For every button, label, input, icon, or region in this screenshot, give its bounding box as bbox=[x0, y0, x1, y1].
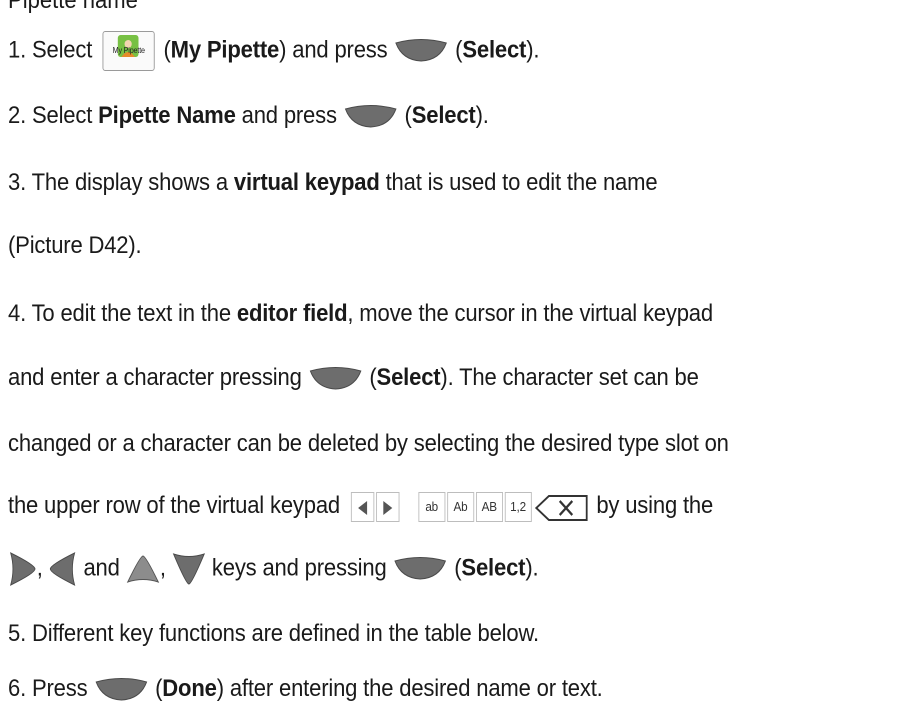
step-3-cont-text: (Picture D42). bbox=[8, 232, 142, 259]
step-1: 1. Select My Pipette (My Pipette) and pr… bbox=[8, 31, 540, 71]
step-1-bold2: Select bbox=[462, 36, 527, 64]
step-4-line2-pre: and enter a character pressing bbox=[8, 364, 308, 391]
step-4: 4. To edit the text in the editor field,… bbox=[8, 297, 713, 331]
select-key-icon bbox=[309, 366, 362, 390]
step-4-pre: 4. To edit the text in the bbox=[8, 300, 237, 327]
step-1-bold: My Pipette bbox=[170, 36, 280, 64]
up-key-icon bbox=[126, 555, 159, 583]
step-6-paren: ( bbox=[149, 675, 163, 702]
step-4-line4-pre: the upper row of the virtual keypad bbox=[8, 492, 346, 519]
step-2-bold: Pipette Name bbox=[98, 102, 236, 129]
step-4-line4-end: by using the bbox=[596, 492, 714, 519]
select-key-icon bbox=[344, 104, 397, 128]
my-pipette-icon-caption: My Pipette bbox=[112, 46, 145, 55]
step-4-line2-bold: Select bbox=[376, 364, 441, 391]
step-4-line5-and: and bbox=[77, 554, 126, 582]
step-1-paren2: ( bbox=[449, 36, 463, 64]
step-4-line2-end: ). The character set can be bbox=[440, 364, 699, 391]
step-3-pre: 3. The display shows a bbox=[8, 169, 234, 196]
step-1-paren: ( bbox=[157, 36, 171, 64]
done-key-icon bbox=[95, 677, 148, 701]
select-key-icon bbox=[394, 557, 447, 580]
step-3-cont: (Picture D42). bbox=[8, 229, 142, 263]
step-4-line5-comma1: , bbox=[36, 554, 49, 582]
step-4-line2: and enter a character pressing (Select).… bbox=[8, 361, 699, 395]
step-4-bold: editor field bbox=[236, 300, 348, 327]
step-2-end: ). bbox=[475, 102, 489, 129]
step-2-paren2: ( bbox=[398, 102, 412, 129]
keypad-right-arrow-icon bbox=[375, 492, 400, 523]
step-4-end: , move the cursor in the virtual keypad bbox=[347, 300, 713, 327]
partial-top-text: Pipette name bbox=[8, 0, 138, 14]
step-4-line5-comma2: , bbox=[159, 554, 172, 582]
step-5: 5. Different key functions are defined i… bbox=[8, 617, 539, 651]
keypad-capitalized-slot: Ab bbox=[446, 492, 474, 523]
step-1-pre: 1. Select bbox=[8, 36, 93, 64]
step-4-line2-paren: ( bbox=[363, 364, 377, 391]
step-2: 2. Select Pipette Name and press (Select… bbox=[8, 99, 489, 133]
step-4-line4: the upper row of the virtual keypad ab Ab… bbox=[8, 489, 713, 524]
step-1-end: ). bbox=[526, 36, 540, 64]
step-5-text: 5. Different key functions are defined i… bbox=[8, 620, 539, 647]
my-pipette-icon: My Pipette bbox=[102, 31, 155, 71]
step-2-mid: and press bbox=[235, 102, 343, 129]
keypad-uppercase-slot: AB bbox=[475, 492, 503, 523]
select-key-icon bbox=[395, 39, 448, 62]
step-4-line5: , and , keys and pressing (Select). bbox=[8, 551, 539, 587]
step-6-bold: Done bbox=[162, 675, 217, 702]
left-key-icon bbox=[50, 552, 76, 586]
step-3-end: that is used to edit the name bbox=[379, 169, 658, 196]
step-2-pre: 2. Select bbox=[8, 102, 99, 129]
step-3-bold: virtual keypad bbox=[233, 169, 380, 196]
keypad-backspace-icon bbox=[533, 493, 590, 522]
step-4-line3-text: changed or a character can be deleted by… bbox=[8, 430, 729, 457]
step-4-line5-bold: Select bbox=[461, 554, 526, 582]
keypad-lowercase-slot: ab bbox=[418, 492, 446, 523]
keypad-left-arrow-icon bbox=[350, 492, 374, 523]
keypad-numeric-slot: 1,2 bbox=[504, 492, 532, 523]
step-6: 6. Press (Done) after entering the desir… bbox=[8, 672, 603, 706]
step-2-bold2: Select bbox=[411, 102, 476, 129]
step-4-line5-paren: ( bbox=[448, 554, 462, 582]
right-key-icon bbox=[9, 552, 36, 586]
step-3: 3. The display shows a virtual keypad th… bbox=[8, 166, 658, 200]
virtual-keypad-row: ab Ab AB 1,2 bbox=[350, 490, 590, 524]
step-1-mid: ) and press bbox=[279, 36, 394, 64]
partial-top-line: Pipette name bbox=[8, 0, 138, 18]
step-4-line5-end: ). bbox=[525, 554, 539, 582]
step-4-line3: changed or a character can be deleted by… bbox=[8, 427, 729, 461]
step-4-line5-mid: keys and pressing bbox=[205, 554, 393, 582]
down-key-icon bbox=[172, 553, 205, 585]
step-6-end: ) after entering the desired name or tex… bbox=[216, 675, 603, 702]
step-6-pre: 6. Press bbox=[8, 675, 94, 702]
